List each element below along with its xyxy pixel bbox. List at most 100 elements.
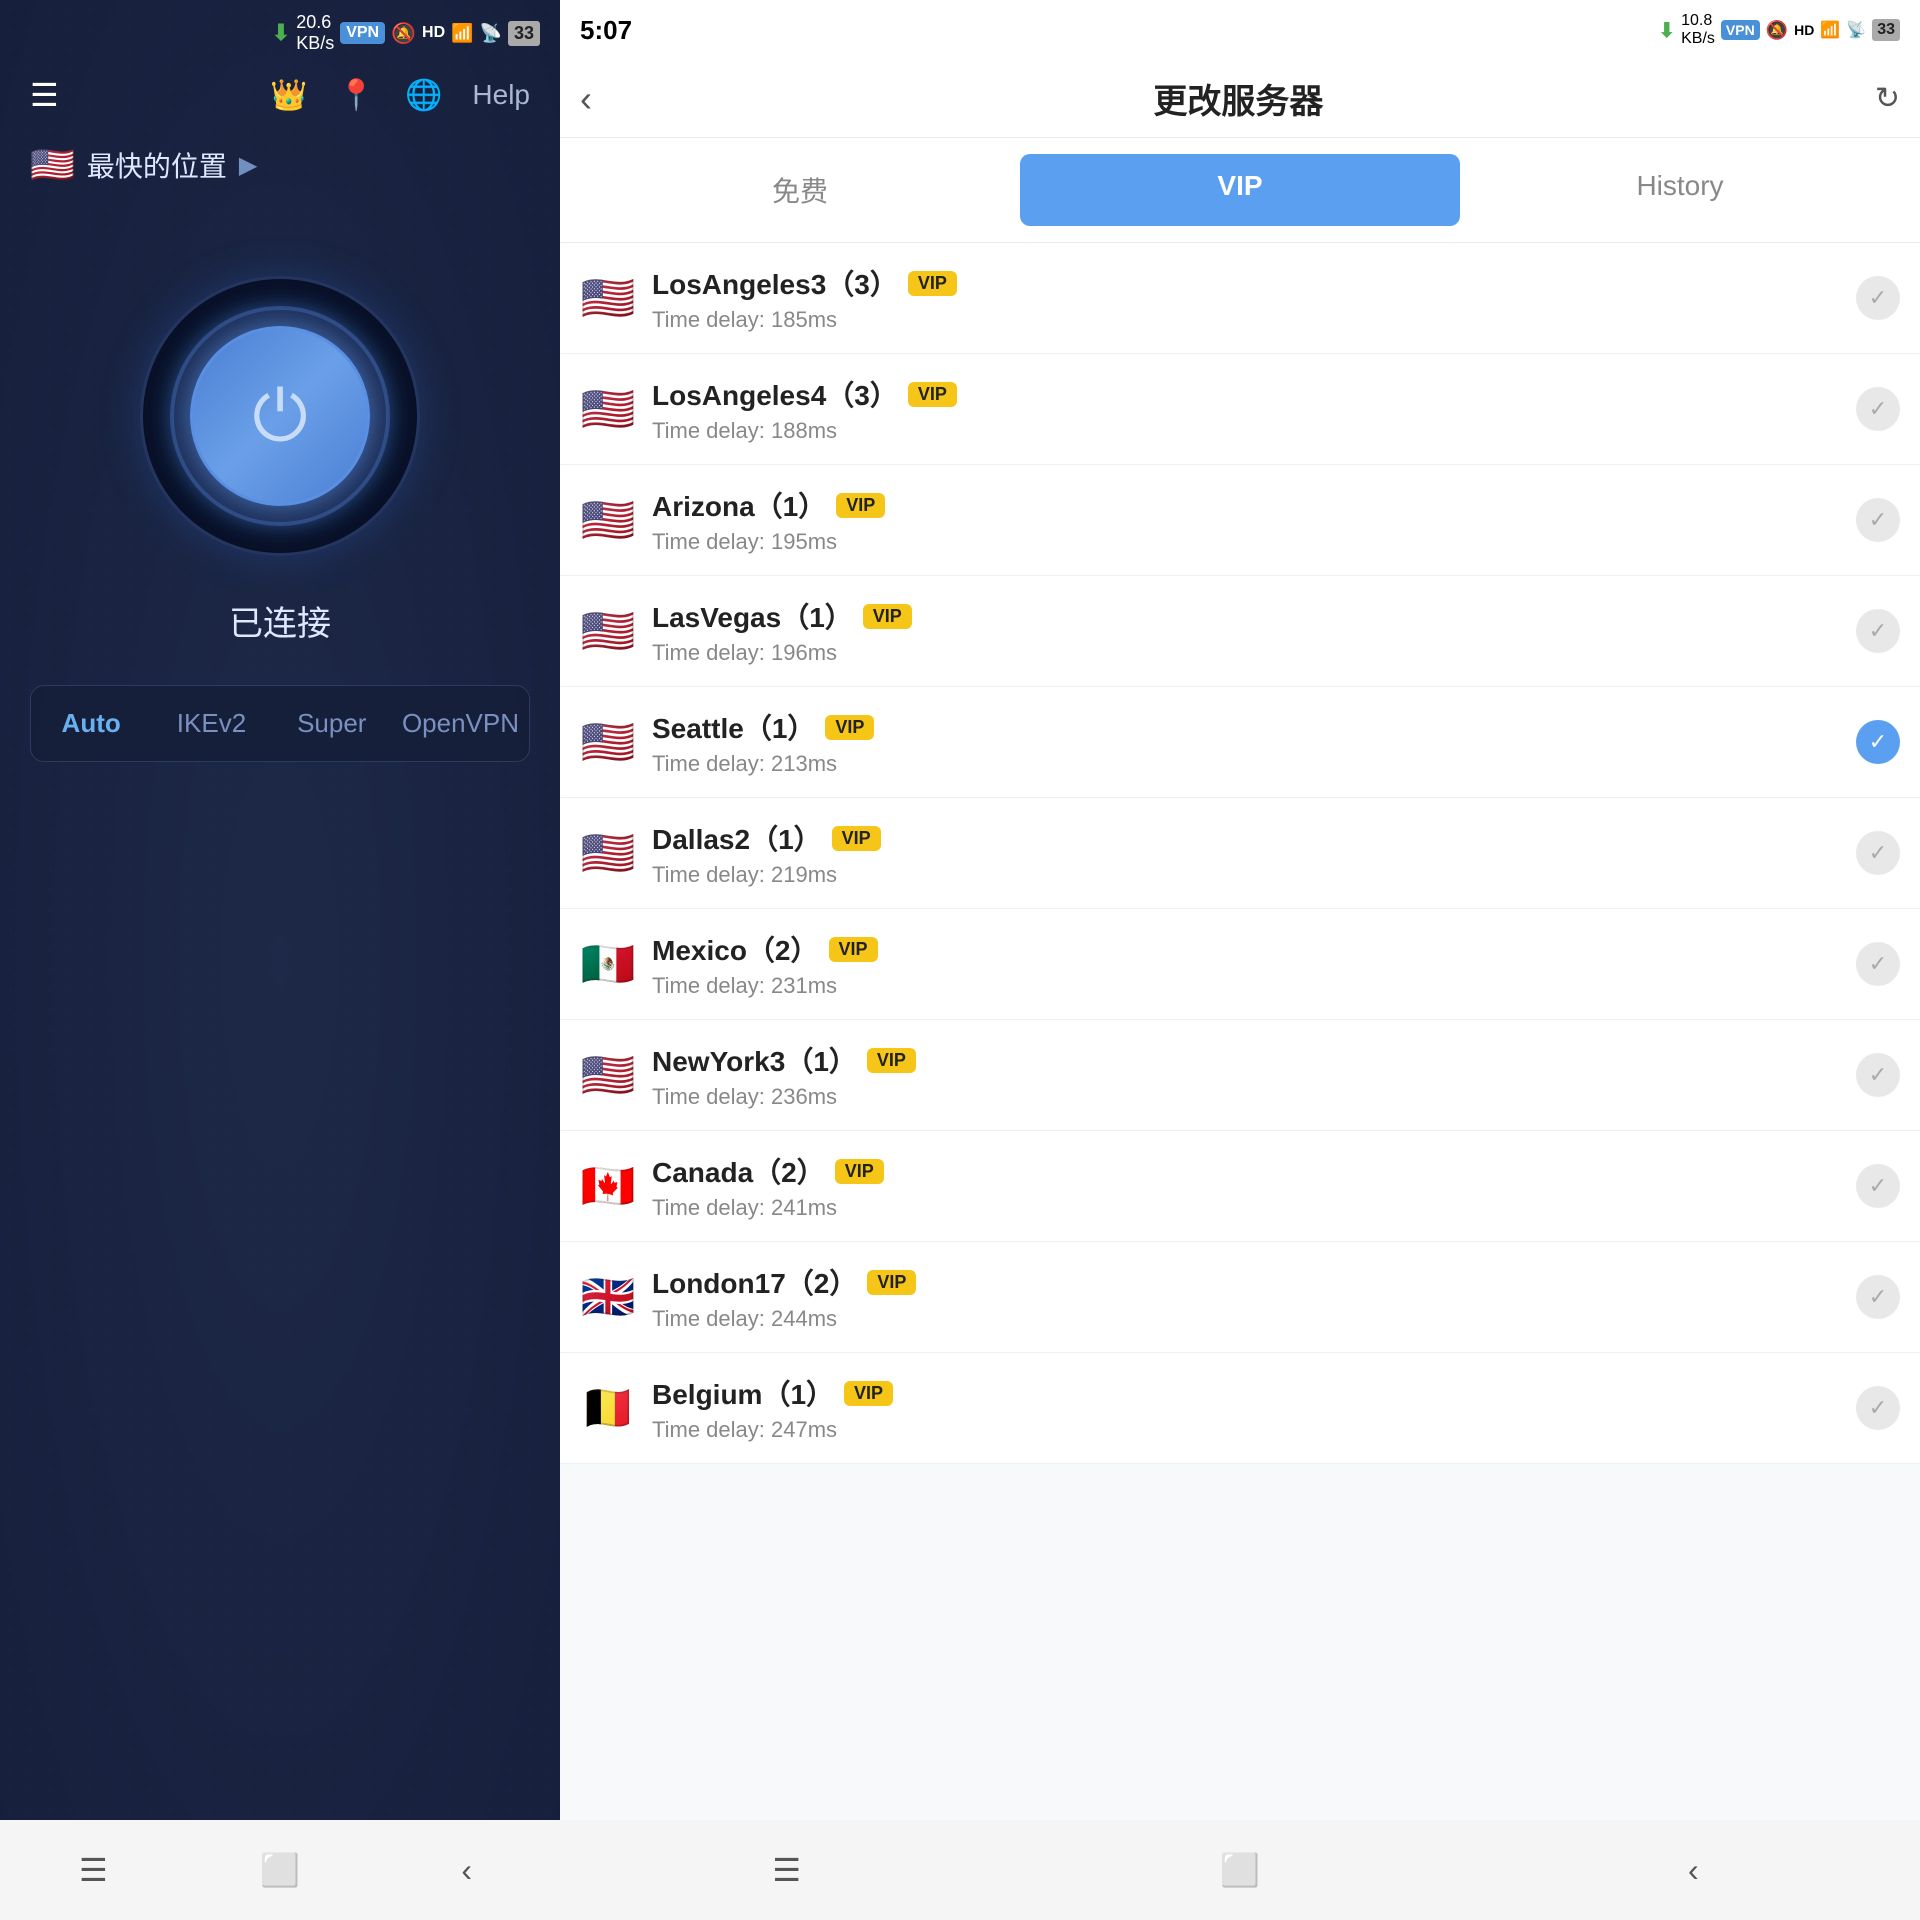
server-flag: 🇺🇸 <box>580 1049 636 1101</box>
status-bar-left: ⬇ 20.6KB/s VPN 🔕 HD 📶 📡 33 <box>0 0 560 66</box>
server-item[interactable]: 🇺🇸 Dallas2（1） VIP Time delay: 219ms ✓ <box>560 798 1920 909</box>
status-bar-right: 5:07 ⬇ 10.8KB/s VPN 🔕 HD 📶 📡 33 <box>560 0 1920 60</box>
server-name: Dallas2（1） VIP <box>652 818 1840 858</box>
server-delay: Time delay: 244ms <box>652 1306 1840 1332</box>
server-flag: 🇨🇦 <box>580 1160 636 1212</box>
bottom-nav-left: ☰ ⬜ ‹ <box>0 1820 560 1920</box>
select-icon[interactable]: ✓ <box>1856 387 1900 431</box>
power-middle-ring: ⏻ <box>170 306 390 526</box>
server-delay: Time delay: 195ms <box>652 529 1840 555</box>
server-info: LosAngeles3（3） VIP Time delay: 185ms <box>652 263 1840 333</box>
select-icon[interactable]: ✓ <box>1856 831 1900 875</box>
server-item[interactable]: 🇲🇽 Mexico（2） VIP Time delay: 231ms ✓ <box>560 909 1920 1020</box>
tab-history[interactable]: History <box>1460 154 1900 226</box>
menu-icon[interactable]: ☰ <box>30 76 59 114</box>
server-item[interactable]: 🇺🇸 Arizona（1） VIP Time delay: 195ms ✓ <box>560 465 1920 576</box>
select-icon[interactable]: ✓ <box>1856 609 1900 653</box>
power-button[interactable]: ⏻ <box>190 326 370 506</box>
server-flag: 🇺🇸 <box>580 383 636 435</box>
select-icon[interactable]: ✓ <box>1856 498 1900 542</box>
tab-bar: 免费 VIP History <box>560 138 1920 243</box>
server-info: Canada（2） VIP Time delay: 241ms <box>652 1151 1840 1221</box>
vip-badge: VIP <box>829 937 878 962</box>
location-bar: 🇺🇸 最快的位置 ▶ <box>0 134 560 216</box>
select-icon[interactable]: ✓ <box>1856 1164 1900 1208</box>
server-item[interactable]: 🇺🇸 Seattle（1） VIP Time delay: 213ms ✓ <box>560 687 1920 798</box>
right-time: 5:07 <box>580 15 632 46</box>
server-delay: Time delay: 188ms <box>652 418 1840 444</box>
select-icon[interactable]: ✓ <box>1856 1053 1900 1097</box>
header-right: ‹ 更改服务器 ↻ <box>560 60 1920 138</box>
server-item[interactable]: 🇬🇧 London17（2） VIP Time delay: 244ms ✓ <box>560 1242 1920 1353</box>
protocol-openvpn[interactable]: OpenVPN <box>392 686 529 761</box>
right-vpn-badge: VPN <box>1721 20 1760 40</box>
server-name: Mexico（2） VIP <box>652 929 1840 969</box>
refresh-button[interactable]: ↻ <box>1875 81 1900 116</box>
bottom-back-btn[interactable]: ‹ <box>437 1840 497 1900</box>
server-item[interactable]: 🇺🇸 LasVegas（1） VIP Time delay: 196ms ✓ <box>560 576 1920 687</box>
select-icon[interactable]: ✓ <box>1856 942 1900 986</box>
server-name: Canada（2） VIP <box>652 1151 1840 1191</box>
bottom-nav-right: ☰ ⬜ ‹ <box>560 1820 1920 1920</box>
protocol-auto[interactable]: Auto <box>31 686 151 761</box>
server-flag: 🇬🇧 <box>580 1271 636 1323</box>
location-icon[interactable]: 📍 <box>338 78 375 113</box>
right-hd-icon: HD <box>1794 22 1814 38</box>
page-title: 更改服务器 <box>618 74 1859 123</box>
vip-badge: VIP <box>867 1048 916 1073</box>
server-item[interactable]: 🇺🇸 NewYork3（1） VIP Time delay: 236ms ✓ <box>560 1020 1920 1131</box>
select-icon[interactable]: ✓ <box>1856 1275 1900 1319</box>
power-symbol: ⏻ <box>252 381 307 451</box>
globe-icon[interactable]: 🌐 <box>405 78 442 113</box>
right-download-icon: ⬇ <box>1658 18 1675 43</box>
location-flag: 🇺🇸 <box>30 144 75 186</box>
power-button-container: ⏻ <box>0 216 560 596</box>
right-bottom-home-btn[interactable]: ⬜ <box>1210 1840 1270 1900</box>
server-info: Belgium（1） VIP Time delay: 247ms <box>652 1373 1840 1443</box>
right-bottom-menu-btn[interactable]: ☰ <box>757 1840 817 1900</box>
server-flag: 🇲🇽 <box>580 938 636 990</box>
protocol-bar: Auto IKEv2 Super OpenVPN <box>30 685 530 762</box>
tab-free[interactable]: 免费 <box>580 154 1020 226</box>
help-link[interactable]: Help <box>472 79 530 111</box>
server-delay: Time delay: 213ms <box>652 751 1840 777</box>
vip-badge: VIP <box>835 1159 884 1184</box>
left-status-icons: ⬇ 20.6KB/s VPN 🔕 HD 📶 📡 33 <box>272 12 540 54</box>
right-signal-text: 10.8KB/s <box>1681 12 1715 48</box>
protocol-ikev2[interactable]: IKEv2 <box>151 686 271 761</box>
vip-badge: VIP <box>863 604 912 629</box>
server-info: Seattle（1） VIP Time delay: 213ms <box>652 707 1840 777</box>
bottom-menu-btn[interactable]: ☰ <box>63 1840 123 1900</box>
select-icon[interactable]: ✓ <box>1856 720 1900 764</box>
server-item[interactable]: 🇧🇪 Belgium（1） VIP Time delay: 247ms ✓ <box>560 1353 1920 1464</box>
right-mute-icon: 🔕 <box>1766 20 1788 41</box>
right-bottom-back-btn[interactable]: ‹ <box>1663 1840 1723 1900</box>
server-info: LasVegas（1） VIP Time delay: 196ms <box>652 596 1840 666</box>
battery-icon: 33 <box>508 21 540 46</box>
vip-badge: VIP <box>825 715 874 740</box>
server-delay: Time delay: 185ms <box>652 307 1840 333</box>
vip-badge: VIP <box>836 493 885 518</box>
vpn-badge: VPN <box>340 22 385 44</box>
select-icon[interactable]: ✓ <box>1856 1386 1900 1430</box>
server-flag: 🇺🇸 <box>580 272 636 324</box>
server-flag: 🇧🇪 <box>580 1382 636 1434</box>
bottom-home-btn[interactable]: ⬜ <box>250 1840 310 1900</box>
download-icon: ⬇ <box>272 20 290 46</box>
server-item[interactable]: 🇺🇸 LosAngeles3（3） VIP Time delay: 185ms … <box>560 243 1920 354</box>
crown-icon[interactable]: 👑 <box>270 78 307 113</box>
server-flag: 🇺🇸 <box>580 827 636 879</box>
vip-badge: VIP <box>908 271 957 296</box>
location-arrow: ▶ <box>239 151 257 180</box>
server-info: NewYork3（1） VIP Time delay: 236ms <box>652 1040 1840 1110</box>
select-icon[interactable]: ✓ <box>1856 276 1900 320</box>
tab-vip[interactable]: VIP <box>1020 154 1460 226</box>
server-item[interactable]: 🇺🇸 LosAngeles4（3） VIP Time delay: 188ms … <box>560 354 1920 465</box>
server-name: LosAngeles3（3） VIP <box>652 263 1840 303</box>
server-list: 🇺🇸 LosAngeles3（3） VIP Time delay: 185ms … <box>560 243 1920 1820</box>
server-item[interactable]: 🇨🇦 Canada（2） VIP Time delay: 241ms ✓ <box>560 1131 1920 1242</box>
back-button[interactable]: ‹ <box>580 78 602 120</box>
server-name: NewYork3（1） VIP <box>652 1040 1840 1080</box>
top-nav: ☰ 👑 📍 🌐 Help <box>0 66 560 134</box>
protocol-super[interactable]: Super <box>272 686 392 761</box>
